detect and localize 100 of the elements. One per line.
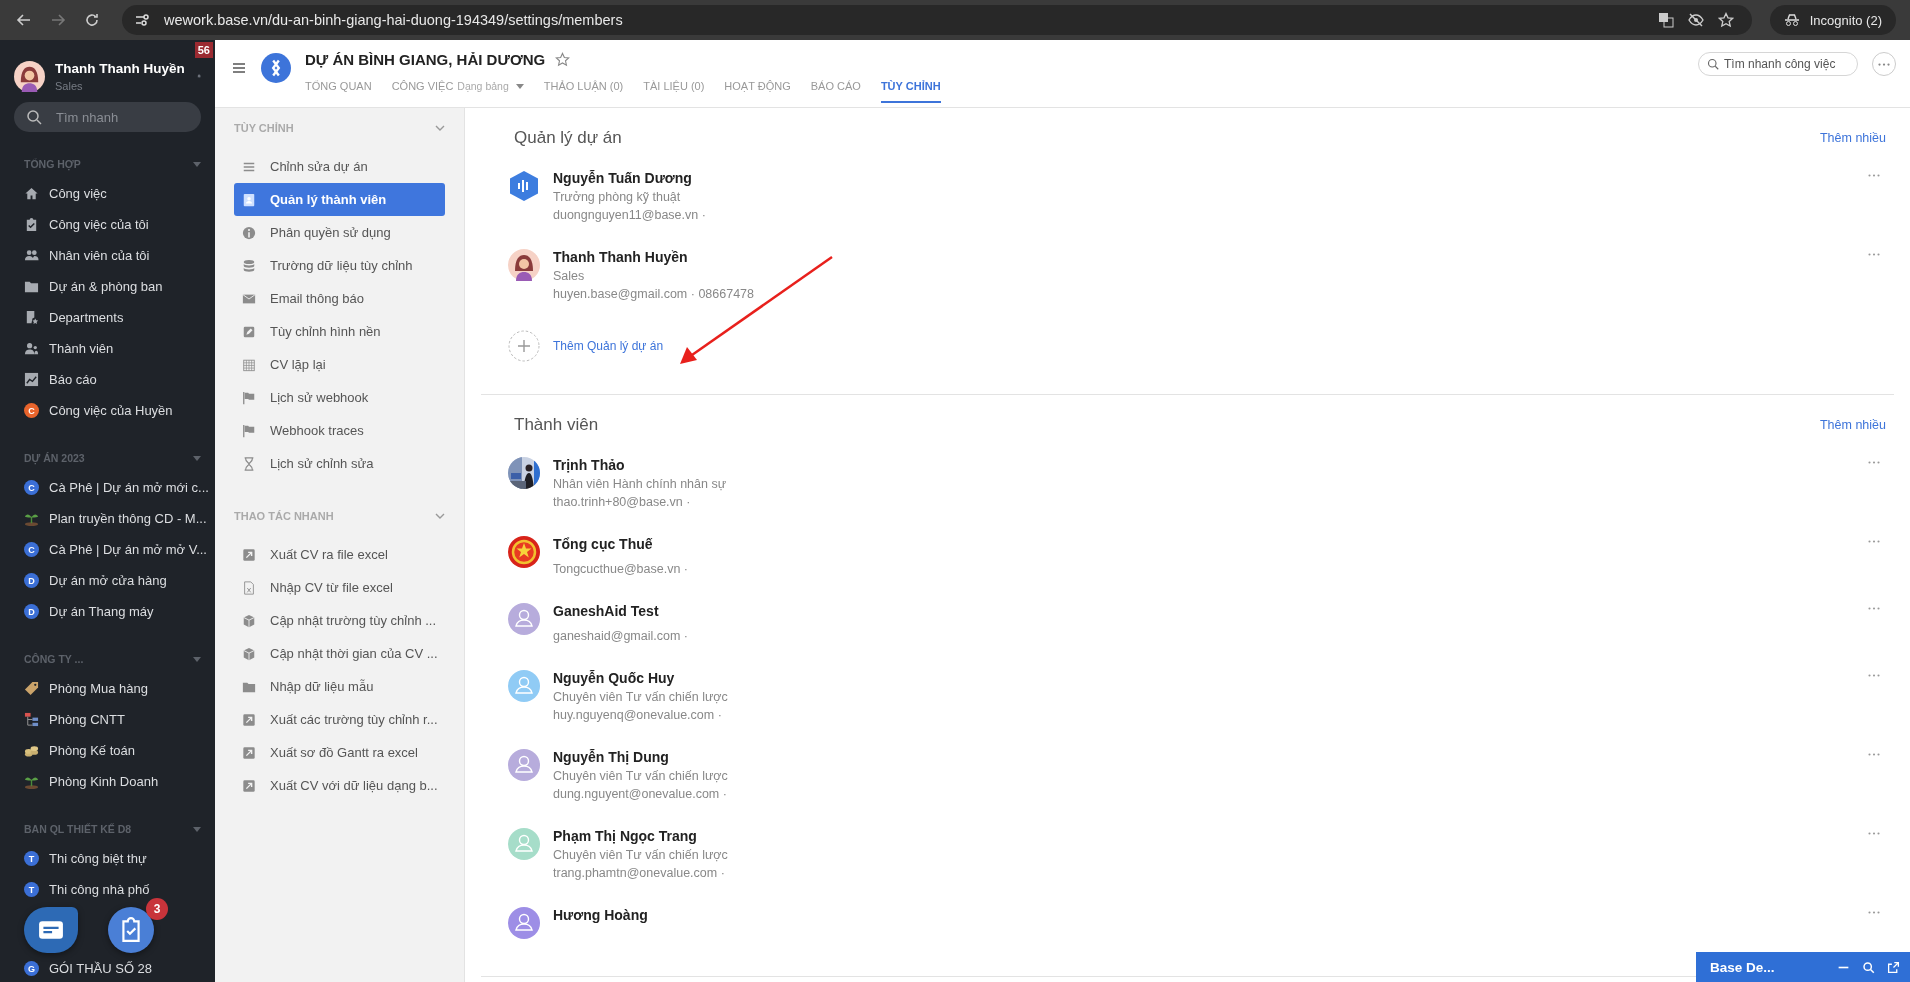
- member-name[interactable]: Nguyễn Thị Dung: [553, 749, 728, 765]
- task-button[interactable]: [108, 907, 154, 953]
- caret-icon[interactable]: [193, 161, 201, 167]
- menu-item[interactable]: Trường dữ liệu tùy chỉnh: [234, 249, 445, 282]
- search-field[interactable]: Tìm nhanh công việc: [1698, 52, 1858, 76]
- menu-item[interactable]: Xuất CV ra file excel: [234, 538, 445, 571]
- sidebar-item[interactable]: D Dự án Thang máy: [0, 596, 215, 627]
- chevron-down-icon[interactable]: [435, 513, 445, 519]
- menu-item[interactable]: Chỉnh sửa dự án: [234, 150, 445, 183]
- project-badge: T: [24, 882, 39, 897]
- sidebar-item[interactable]: Công việc của tôi: [0, 209, 215, 240]
- caret-icon[interactable]: [193, 826, 201, 832]
- menu-item[interactable]: Quản lý thành viên: [234, 183, 445, 216]
- sidebar-item[interactable]: Phòng CNTT: [0, 704, 215, 735]
- menu-item[interactable]: Cập nhật thời gian của CV ...: [234, 637, 445, 670]
- member-name[interactable]: Nguyễn Quốc Huy: [553, 670, 728, 686]
- widget-title: Base De...: [1710, 959, 1776, 975]
- add-more-link[interactable]: Thêm nhiều: [1820, 418, 1886, 432]
- more-icon[interactable]: [1868, 607, 1880, 610]
- sidebar-item[interactable]: Thành viên: [0, 333, 215, 364]
- member-name[interactable]: GaneshAid Test: [553, 603, 688, 619]
- menu-item[interactable]: CV lặp lại: [234, 348, 445, 381]
- sidebar-item[interactable]: Công việc: [0, 178, 215, 209]
- menu-item[interactable]: Xuất CV với dữ liệu dạng b...: [234, 769, 445, 802]
- sidebar-item[interactable]: T Thi công biệt thự: [0, 843, 215, 874]
- caret-icon[interactable]: [193, 455, 201, 461]
- sidebar-item[interactable]: Nhân viên của tôi: [0, 240, 215, 271]
- sidebar-item[interactable]: Phòng Kế toán: [0, 735, 215, 766]
- section-title: CÔNG TY ...: [24, 653, 84, 665]
- sidebar-item[interactable]: C Công việc của Huyền: [0, 395, 215, 426]
- more-icon[interactable]: [1868, 911, 1880, 914]
- sidebar-item[interactable]: G GÓI THẦU SỐ 28: [0, 953, 215, 982]
- forward-icon[interactable]: [50, 12, 66, 28]
- star-icon[interactable]: [555, 52, 571, 67]
- more-icon[interactable]: [1868, 174, 1880, 177]
- menu-item[interactable]: Tùy chỉnh hình nền: [234, 315, 445, 348]
- member-name[interactable]: Trịnh Thảo: [553, 457, 727, 473]
- chat-button[interactable]: [24, 907, 78, 953]
- person-group-icon: [24, 341, 39, 356]
- eye-off-icon[interactable]: [1687, 12, 1704, 28]
- caret-icon[interactable]: [515, 83, 524, 89]
- menu-item[interactable]: Webhook traces: [234, 414, 445, 447]
- member-name[interactable]: Tổng cục Thuế: [553, 536, 688, 552]
- menu-item[interactable]: Lịch sử chỉnh sửa: [234, 447, 445, 480]
- sidebar-item[interactable]: Plan truyền thông CD - M...: [0, 503, 215, 534]
- member-contact: huyen.base@gmail.com · 08667478: [553, 287, 754, 301]
- folder-icon: [24, 279, 39, 294]
- emblem-icon: [508, 536, 540, 568]
- member-name[interactable]: Thanh Thanh Huyền: [553, 249, 754, 265]
- member-contact: thao.trinh+80@base.vn ·: [553, 495, 692, 509]
- reload-icon[interactable]: [84, 12, 100, 28]
- member-name[interactable]: Nguyễn Tuấn Dương: [553, 170, 706, 186]
- sidebar-item[interactable]: D Dự án mở cửa hàng: [0, 565, 215, 596]
- menu-item[interactable]: Nhập CV từ file excel: [234, 571, 445, 604]
- sidebar-item[interactable]: Phòng Kinh Doanh: [0, 766, 215, 797]
- add-more-link[interactable]: Thêm nhiều: [1820, 131, 1886, 145]
- sidebar-item[interactable]: C Cà Phê | Dự án mở mở V...: [0, 534, 215, 565]
- more-icon[interactable]: [1868, 253, 1880, 256]
- add-icon[interactable]: [508, 330, 540, 362]
- incognito-button[interactable]: Incognito (2): [1769, 5, 1896, 35]
- search-field[interactable]: Tìm nhanh: [14, 102, 201, 132]
- chevron-down-icon[interactable]: [435, 125, 445, 131]
- member-contact: trang.phamtn@onevalue.com ·: [553, 866, 726, 880]
- chat-widget-bar[interactable]: Base De...: [1696, 952, 1910, 982]
- menu-item[interactable]: Lịch sử webhook: [234, 381, 445, 414]
- address-bar[interactable]: wework.base.vn/du-an-binh-giang-hai-duong-194349/settings/members: [122, 5, 1752, 35]
- menu-item[interactable]: Cập nhật trường tùy chỉnh ...: [234, 604, 445, 637]
- chart-icon: [24, 372, 39, 387]
- member-name[interactable]: Hương Hoàng: [553, 907, 648, 923]
- add-manager-link[interactable]: Thêm Quản lý dự án: [553, 339, 664, 353]
- more-icon[interactable]: [1868, 832, 1880, 835]
- flag-icon: [242, 390, 256, 405]
- tab[interactable]: TÙY CHỈNH: [880, 76, 941, 103]
- menu-icon[interactable]: [231, 60, 247, 76]
- back-icon[interactable]: [16, 12, 32, 28]
- sidebar-item[interactable]: Departments: [0, 302, 215, 333]
- sidebar-item[interactable]: Dự án & phòng ban: [0, 271, 215, 302]
- caret-icon[interactable]: [193, 656, 201, 662]
- menu-item[interactable]: Phân quyền sử dụng: [234, 216, 445, 249]
- menu-item[interactable]: Nhập dữ liệu mẫu: [234, 670, 445, 703]
- more-icon[interactable]: [1868, 540, 1880, 543]
- translate-icon[interactable]: [1657, 12, 1674, 28]
- menu-item[interactable]: Email thông báo: [234, 282, 445, 315]
- more-icon[interactable]: [1868, 461, 1880, 464]
- sidebar-item[interactable]: C Cà Phê | Dự án mở mới c...: [0, 472, 215, 503]
- more-icon[interactable]: [1868, 674, 1880, 677]
- member-position: Sales: [553, 269, 586, 283]
- search-icon[interactable]: [1862, 960, 1875, 974]
- member-contact: duongnguyen11@base.vn ·: [553, 208, 706, 222]
- member-name[interactable]: Phạm Thị Ngọc Trang: [553, 828, 728, 844]
- sidebar-item[interactable]: Phòng Mua hàng: [0, 673, 215, 704]
- expand-icon[interactable]: [1887, 960, 1900, 974]
- more-icon[interactable]: [1868, 753, 1880, 756]
- menu-item[interactable]: Xuất sơ đồ Gantt ra excel: [234, 736, 445, 769]
- avatar-icon: [14, 60, 45, 92]
- project-badge: T: [24, 851, 39, 866]
- sidebar-item[interactable]: Báo cáo: [0, 364, 215, 395]
- site-settings-icon[interactable]: [134, 12, 150, 28]
- menu-item[interactable]: Xuất các trường tùy chỉnh r...: [234, 703, 445, 736]
- star-icon[interactable]: [1717, 12, 1734, 28]
